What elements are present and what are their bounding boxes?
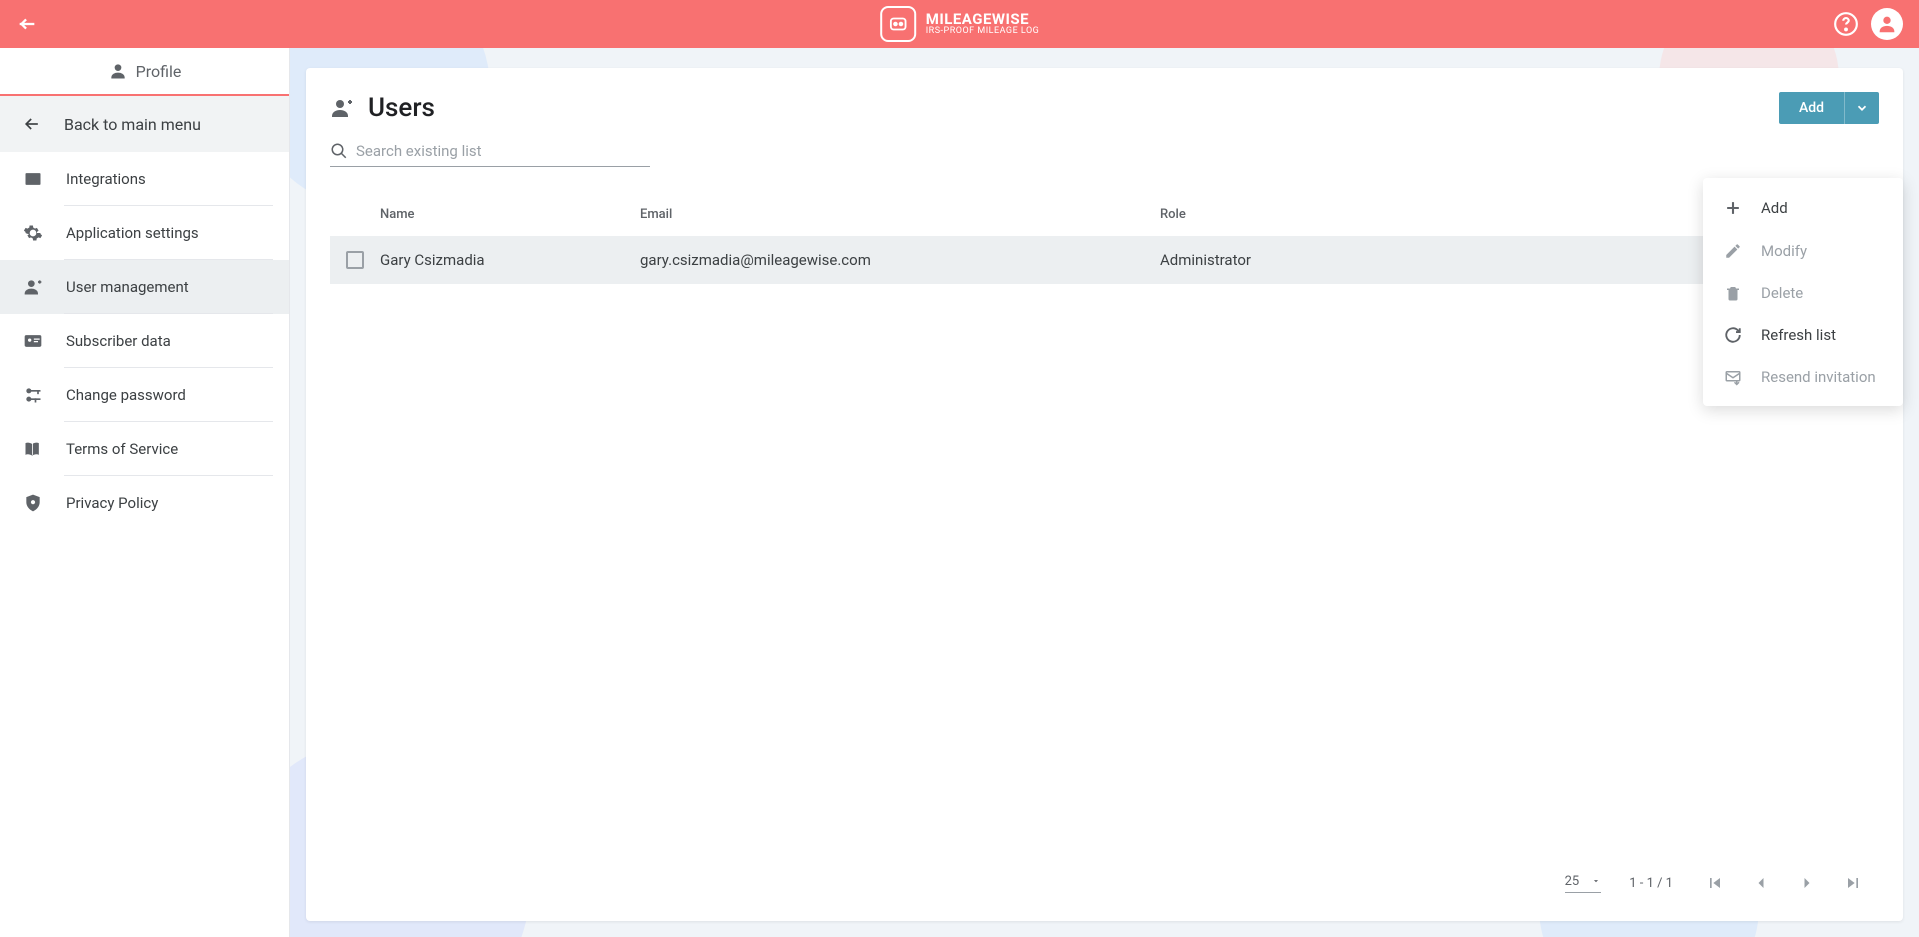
brand-logo[interactable]: MILEAGEWISE IRS-PROOF MILEAGE LOG bbox=[880, 6, 1040, 42]
sidebar-item-integrations[interactable]: Integrations bbox=[0, 152, 289, 206]
column-name[interactable]: Name bbox=[380, 207, 640, 222]
account-icon[interactable] bbox=[1871, 8, 1903, 40]
profile-header: Profile bbox=[0, 48, 289, 96]
users-icon bbox=[330, 96, 354, 120]
back-label: Back to main menu bbox=[64, 115, 201, 134]
id-card-icon bbox=[22, 331, 44, 351]
user-manage-icon bbox=[22, 277, 44, 297]
add-button-group: Add bbox=[1779, 92, 1879, 124]
table-row[interactable]: Gary Csizmadia gary.csizmadia@mileagewis… bbox=[330, 236, 1879, 284]
brand-tagline: IRS-PROOF MILEAGE LOG bbox=[926, 27, 1040, 37]
back-to-main-menu[interactable]: Back to main menu bbox=[0, 96, 289, 152]
add-button-dropdown[interactable] bbox=[1844, 92, 1879, 124]
cell-email: gary.csizmadia@mileagewise.com bbox=[640, 251, 1160, 269]
menu-label: Add bbox=[1761, 199, 1788, 217]
book-icon bbox=[22, 439, 44, 459]
search-input[interactable] bbox=[356, 142, 650, 160]
brand-text: MILEAGEWISE IRS-PROOF MILEAGE LOG bbox=[926, 11, 1040, 37]
sidebar-item-change-password[interactable]: Change password bbox=[0, 368, 289, 422]
shield-icon bbox=[22, 493, 44, 513]
sidebar-item-user-management[interactable]: User management bbox=[0, 260, 289, 314]
dropdown-arrow-icon bbox=[1591, 876, 1601, 886]
gear-icon bbox=[22, 223, 44, 243]
chevron-down-icon bbox=[1855, 101, 1869, 115]
sidebar-item-label: Change password bbox=[66, 386, 186, 404]
table-header: Name Email Role bbox=[330, 199, 1879, 236]
page-size-select[interactable]: 25 bbox=[1565, 874, 1602, 893]
menu-label: Modify bbox=[1761, 242, 1807, 260]
plus-icon bbox=[1723, 198, 1743, 218]
refresh-icon bbox=[1723, 326, 1743, 344]
page-size-value: 25 bbox=[1565, 874, 1580, 889]
prev-page-button[interactable] bbox=[1747, 869, 1775, 897]
menu-label: Delete bbox=[1761, 284, 1803, 302]
menu-resend-invitation: Resend invitation bbox=[1703, 356, 1903, 398]
search-icon bbox=[330, 142, 348, 160]
person-icon bbox=[108, 61, 128, 81]
brand-name: MILEAGEWISE bbox=[926, 11, 1040, 28]
menu-delete: Delete bbox=[1703, 272, 1903, 314]
menu-label: Refresh list bbox=[1761, 326, 1836, 344]
add-button[interactable]: Add bbox=[1779, 92, 1844, 124]
sidebar-item-label: Terms of Service bbox=[66, 440, 178, 458]
help-icon[interactable] bbox=[1833, 11, 1859, 37]
users-card: Users Add Name Ema bbox=[306, 68, 1903, 921]
profile-label: Profile bbox=[136, 62, 182, 81]
menu-modify: Modify bbox=[1703, 230, 1903, 272]
users-table: Name Email Role Gary Csizmadia gary.csiz… bbox=[306, 171, 1903, 853]
cell-name: Gary Csizmadia bbox=[380, 251, 640, 269]
sidebar-item-label: Privacy Policy bbox=[66, 494, 158, 512]
page-title: Users bbox=[368, 93, 435, 123]
search-field[interactable] bbox=[330, 142, 650, 167]
page-range: 1 - 1 / 1 bbox=[1629, 876, 1673, 891]
arrow-left-icon bbox=[22, 114, 42, 134]
last-page-button[interactable] bbox=[1839, 869, 1867, 897]
sidebar-item-privacy-policy[interactable]: Privacy Policy bbox=[0, 476, 289, 530]
logo-icon bbox=[880, 6, 916, 42]
main-content: Users Add Name Ema bbox=[290, 48, 1919, 937]
actions-dropdown: Add Modify Delete Refresh list Resend in… bbox=[1703, 178, 1903, 406]
pagination: 25 1 - 1 / 1 bbox=[306, 853, 1903, 921]
pencil-icon bbox=[1723, 242, 1743, 260]
sidebar-item-label: Application settings bbox=[66, 224, 199, 242]
column-email[interactable]: Email bbox=[640, 207, 1160, 222]
mail-send-icon bbox=[1723, 368, 1743, 386]
collapse-sidebar-icon[interactable] bbox=[16, 13, 38, 35]
sidebar-item-terms-of-service[interactable]: Terms of Service bbox=[0, 422, 289, 476]
row-checkbox[interactable] bbox=[346, 251, 364, 269]
first-page-button[interactable] bbox=[1701, 869, 1729, 897]
app-header: MILEAGEWISE IRS-PROOF MILEAGE LOG bbox=[0, 0, 1919, 48]
key-icon bbox=[22, 385, 44, 405]
sidebar-item-label: Integrations bbox=[66, 170, 146, 188]
sidebar: Profile Back to main menu Integrations A… bbox=[0, 48, 290, 937]
trash-icon bbox=[1723, 284, 1743, 302]
next-page-button[interactable] bbox=[1793, 869, 1821, 897]
menu-label: Resend invitation bbox=[1761, 368, 1876, 386]
sidebar-item-label: Subscriber data bbox=[66, 332, 171, 350]
menu-add[interactable]: Add bbox=[1703, 186, 1903, 230]
integrations-icon bbox=[22, 169, 44, 189]
sidebar-item-subscriber-data[interactable]: Subscriber data bbox=[0, 314, 289, 368]
sidebar-item-label: User management bbox=[66, 278, 189, 296]
menu-refresh[interactable]: Refresh list bbox=[1703, 314, 1903, 356]
sidebar-item-application-settings[interactable]: Application settings bbox=[0, 206, 289, 260]
